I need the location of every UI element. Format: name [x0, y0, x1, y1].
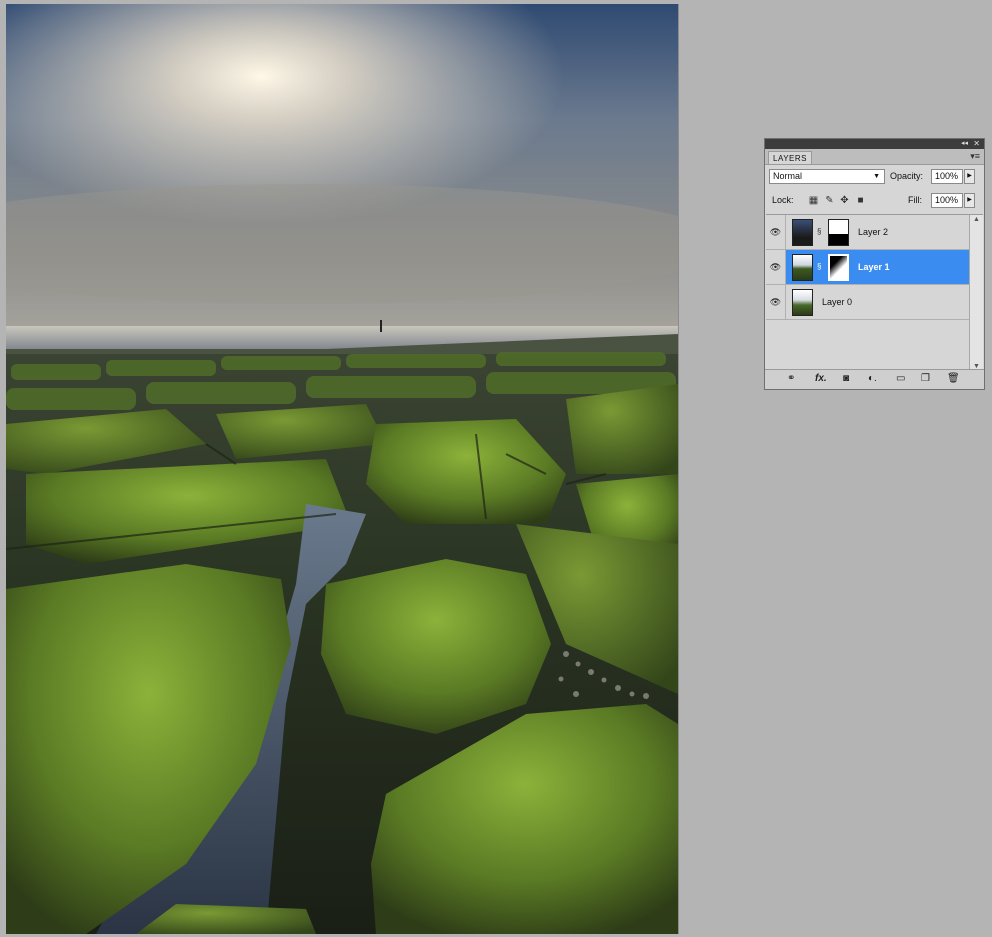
fx-icon[interactable]: fx. [815, 373, 827, 385]
blend-mode-select[interactable]: Normal ▼ [769, 169, 885, 184]
fill-slider-arrow-icon[interactable]: ▶ [964, 193, 975, 208]
lock-position-move-icon[interactable]: ✥ [839, 195, 850, 206]
panel-titlebar[interactable]: ◂◂ ✕ [765, 139, 984, 149]
layer-name[interactable]: Layer 1 [858, 250, 890, 284]
layer-mask-thumbnail[interactable] [828, 219, 849, 246]
tab-layers[interactable]: LAYERS [768, 151, 812, 164]
lock-image-brush-icon[interactable]: ✎ [824, 195, 835, 206]
chevron-down-icon: ▼ [873, 173, 880, 180]
close-icon[interactable]: ✕ [973, 139, 980, 149]
add-mask-icon[interactable]: ◙ [843, 373, 849, 385]
layer-mask-thumbnail[interactable] [828, 254, 849, 281]
lock-transparent-icon[interactable]: ▦ [808, 195, 819, 206]
panel-menu-icon[interactable]: ▾≡ [970, 151, 980, 162]
new-layer-icon[interactable]: ❐ [921, 373, 930, 385]
layers-bottom-toolbar: ⚭ fx. ◙ ◐. ▭ ❐ 🗑 [765, 369, 984, 389]
layer-row-layer-1[interactable]: 👁 § Layer 1 [766, 250, 969, 285]
blend-opacity-row: Normal ▼ Opacity: 100% ▶ [769, 169, 980, 185]
adjustment-layer-icon[interactable]: ◐. [868, 373, 877, 385]
lock-all-icon[interactable]: ■ [855, 195, 866, 206]
panel-tab-row: LAYERS ▾≡ [765, 149, 984, 165]
opacity-input[interactable]: 100% [931, 169, 963, 184]
mask-link-chain-icon[interactable]: § [817, 262, 821, 271]
blend-mode-value: Normal [773, 171, 803, 181]
layer-name[interactable]: Layer 0 [822, 285, 852, 319]
scroll-up-icon[interactable]: ▲ [973, 216, 980, 223]
layer-row-layer-2[interactable]: 👁 § Layer 2 [766, 215, 969, 250]
trash-icon[interactable]: 🗑 [947, 373, 960, 385]
layer-thumbnail [792, 289, 813, 316]
layers-panel: ◂◂ ✕ LAYERS ▾≡ Normal ▼ Opacity: 100% ▶ … [764, 138, 985, 390]
new-group-icon[interactable]: ▭ [896, 373, 905, 385]
layer-name[interactable]: Layer 2 [858, 215, 888, 249]
visibility-eye-icon[interactable]: 👁 [766, 285, 786, 319]
lock-fill-row: Lock: ▦ ✎ ✥ ■ Fill: 100% ▶ [769, 193, 980, 209]
visibility-eye-icon[interactable]: 👁 [766, 250, 786, 284]
layer-thumbnail [792, 219, 813, 246]
layer-row-layer-0[interactable]: 👁 Layer 0 [766, 285, 969, 320]
fill-input[interactable]: 100% [931, 193, 963, 208]
landscape-photo [6, 4, 678, 934]
layer-thumbnail [792, 254, 813, 281]
fill-label: Fill: [908, 195, 922, 205]
link-layers-icon[interactable]: ⚭ [787, 373, 795, 385]
collapse-icon[interactable]: ◂◂ [961, 139, 968, 149]
layers-list: 👁 § Layer 2 👁 § Layer 1 👁 Layer 0 [766, 214, 969, 371]
document-canvas[interactable] [6, 4, 679, 934]
layers-scrollbar[interactable]: ▲ ▼ [969, 214, 983, 371]
mask-link-chain-icon[interactable]: § [817, 227, 821, 236]
lock-label: Lock: [772, 195, 794, 205]
opacity-label: Opacity: [890, 171, 924, 181]
opacity-slider-arrow-icon[interactable]: ▶ [964, 169, 975, 184]
visibility-eye-icon[interactable]: 👁 [766, 215, 786, 249]
